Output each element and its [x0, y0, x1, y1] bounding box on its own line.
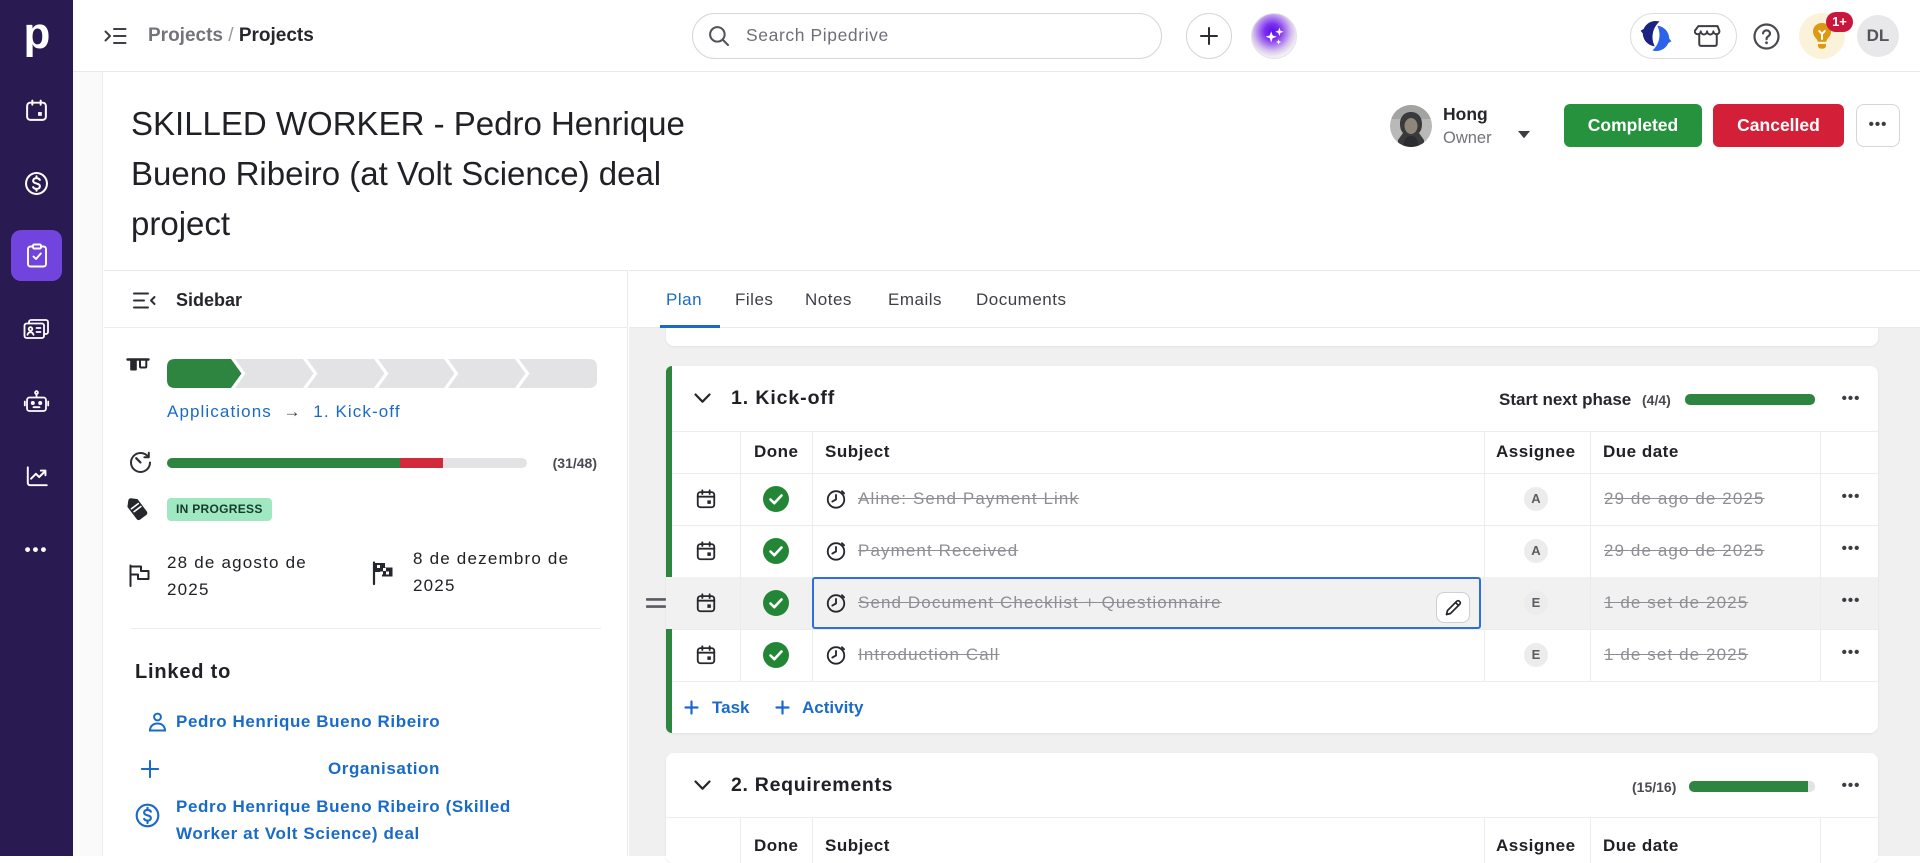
svg-text:p: p	[24, 10, 51, 58]
